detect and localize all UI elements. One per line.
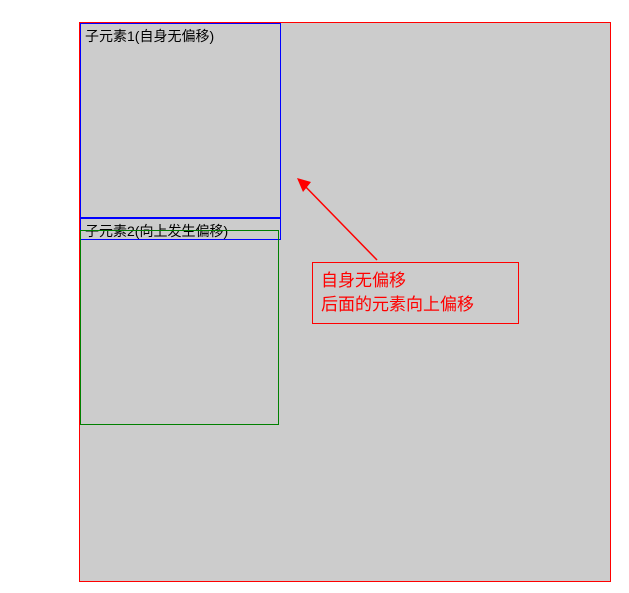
child1-label: 子元素1(自身无偏移) (81, 24, 280, 48)
parent-container: 子元素1(自身无偏移) 子元素2(向上发生偏移) 自身无偏移 后面的元素向上偏移 (79, 22, 611, 582)
child-element-1: 子元素1(自身无偏移) (80, 23, 281, 218)
annotation-line-2: 后面的元素向上偏移 (321, 293, 510, 317)
annotation-line-1: 自身无偏移 (321, 269, 510, 293)
annotation-box: 自身无偏移 后面的元素向上偏移 (312, 262, 519, 324)
child-element-2-shifted-box (80, 230, 279, 425)
annotation-arrow-icon (287, 168, 397, 268)
